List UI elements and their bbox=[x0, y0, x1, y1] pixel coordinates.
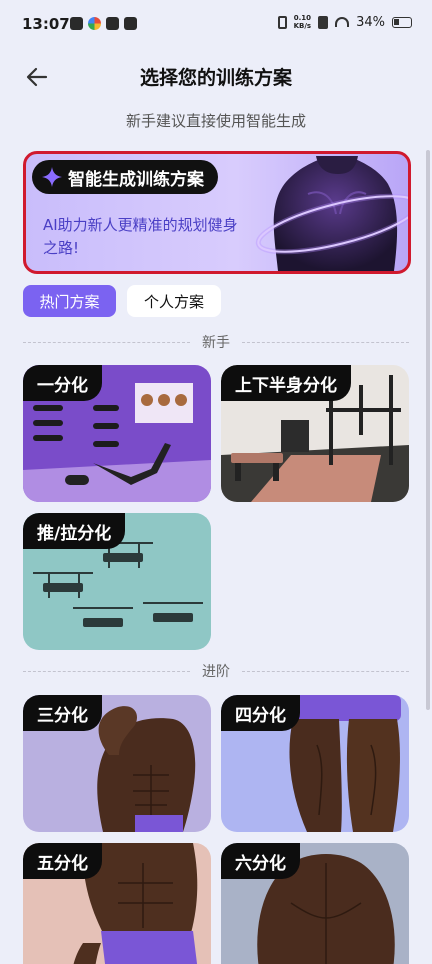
section-title: 新手 bbox=[202, 335, 230, 351]
section-divider-advanced: 进阶 bbox=[23, 661, 409, 681]
plan-card-six-split[interactable]: 六分化 bbox=[221, 843, 409, 964]
plan-card-push-pull[interactable]: 推/拉分化 bbox=[23, 513, 211, 650]
plan-card-five-split[interactable]: 五分化 bbox=[23, 843, 211, 964]
network-speed-unit: KB/s bbox=[293, 22, 312, 30]
battery-percent: 34% bbox=[356, 14, 385, 30]
network-speed: 0.10 KB/s bbox=[294, 14, 311, 30]
section-divider-beginner: 新手 bbox=[23, 332, 409, 352]
status-bar: 13:07 0.10 KB/s 34% bbox=[0, 0, 432, 50]
muscular-figure-illustration bbox=[255, 156, 408, 271]
plan-card-upper-lower[interactable]: 上下半身分化 bbox=[221, 365, 409, 502]
status-time: 13:07 bbox=[22, 15, 70, 33]
scrollbar[interactable] bbox=[426, 150, 430, 710]
ai-banner-title: 智能生成训练方案 bbox=[68, 169, 204, 190]
network-speed-value: 0.10 bbox=[293, 14, 311, 22]
plan-card-label: 四分化 bbox=[221, 695, 300, 731]
notification-icons bbox=[70, 17, 137, 30]
status-indicators: 0.10 KB/s 34% bbox=[277, 14, 412, 30]
wifi-icon bbox=[335, 17, 350, 27]
ai-badge: 智能生成训练方案 bbox=[32, 160, 218, 194]
app-notification-icon bbox=[88, 17, 101, 30]
battery-icon bbox=[392, 16, 412, 28]
app-notification-icon bbox=[70, 17, 83, 30]
message-icon bbox=[124, 17, 137, 30]
ai-banner-description: AI助力新人更精准的规划健身之路! bbox=[43, 216, 238, 257]
plan-card-label: 推/拉分化 bbox=[23, 513, 126, 549]
section-title: 进阶 bbox=[202, 664, 230, 680]
ai-generate-plan-banner[interactable]: 智能生成训练方案 AI助力新人更精准的规划健身之路! bbox=[23, 151, 411, 274]
vibrate-icon bbox=[277, 15, 287, 29]
plan-card-three-split[interactable]: 三分化 bbox=[23, 695, 211, 832]
page-subtitle: 新手建议直接使用智能生成 bbox=[125, 112, 306, 130]
tab-personal-plans[interactable]: 个人方案 bbox=[127, 285, 221, 317]
sparkle-icon bbox=[42, 167, 62, 187]
page-title: 选择您的训练方案 bbox=[139, 67, 292, 89]
plan-card-label: 六分化 bbox=[221, 843, 300, 879]
plan-card-label: 上下半身分化 bbox=[221, 365, 351, 401]
plan-card-label: 三分化 bbox=[23, 695, 102, 731]
play-store-icon bbox=[106, 17, 119, 30]
plan-card-label: 五分化 bbox=[23, 843, 102, 879]
plan-card-four-split[interactable]: 四分化 bbox=[221, 695, 409, 832]
tab-hot-plans[interactable]: 热门方案 bbox=[23, 285, 116, 317]
plan-card-label: 一分化 bbox=[23, 365, 102, 401]
sim-icon bbox=[318, 15, 329, 29]
plan-card-full-body[interactable]: 一分化 bbox=[23, 365, 211, 502]
